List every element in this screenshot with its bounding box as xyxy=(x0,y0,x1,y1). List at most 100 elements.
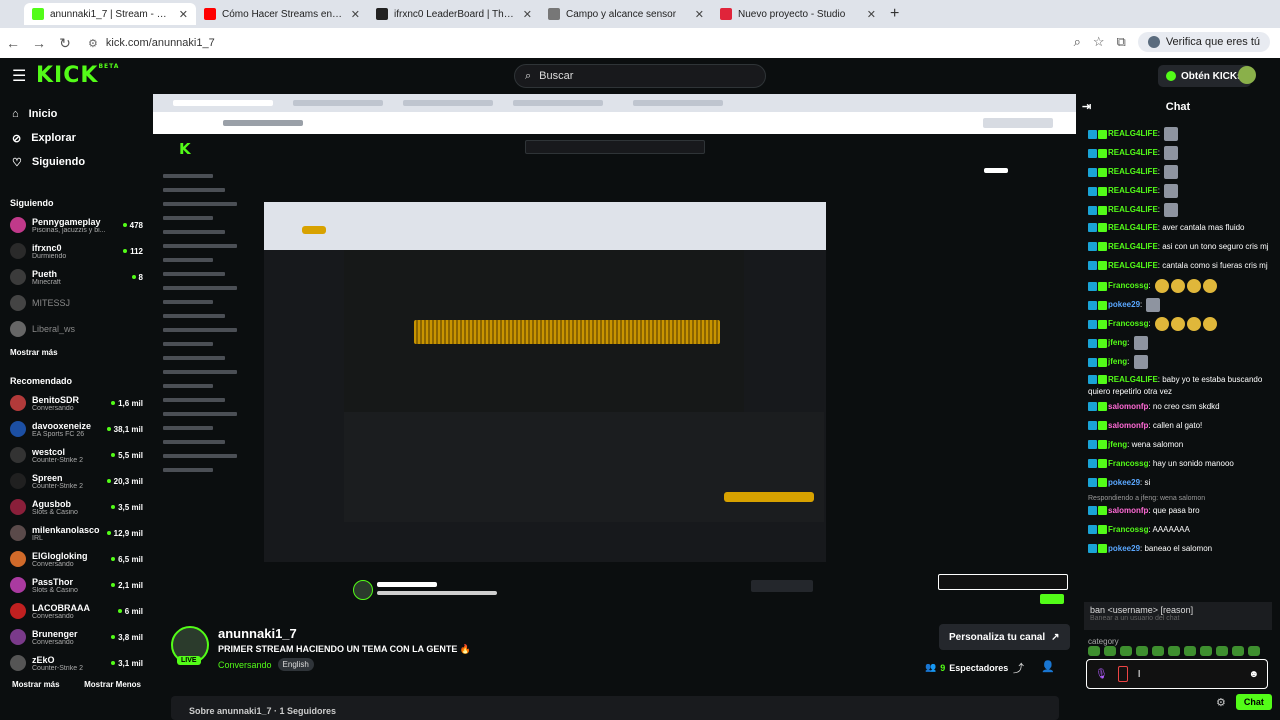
stream-category[interactable]: Conversando xyxy=(218,660,272,670)
customize-channel-button[interactable]: Personaliza tu canal ↗ xyxy=(939,624,1070,650)
send-chat-button[interactable]: Chat xyxy=(1235,694,1272,710)
menu-icon[interactable]: ☰ xyxy=(12,66,26,86)
chat-username[interactable]: pokee29 xyxy=(1108,544,1140,553)
chat-username[interactable]: jfeng xyxy=(1108,338,1127,347)
browser-tab[interactable]: Cómo Hacer Streams en Kick (C ✕ xyxy=(196,3,368,25)
chat-username[interactable]: Francossg xyxy=(1108,525,1148,534)
channel-avatar xyxy=(10,577,26,593)
chat-username[interactable]: salomonfp xyxy=(1108,421,1148,430)
channel-viewers: 3,1 mil xyxy=(111,659,143,668)
chat-username[interactable]: salomonfp xyxy=(1108,506,1148,515)
user-badge-icon xyxy=(1098,186,1107,196)
sidebar-channel[interactable]: Spreen Counter-Strike 2 20,3 mil xyxy=(0,468,153,494)
close-tab-icon[interactable]: ✕ xyxy=(179,8,188,21)
sidebar-nav-siguiendo[interactable]: ♡ Siguiendo xyxy=(0,150,153,174)
sidebar-channel[interactable]: Pueth Minecraft 8 xyxy=(0,264,153,290)
emote-icon xyxy=(1202,279,1217,293)
sidebar-channel[interactable]: westcol Counter-Strike 2 5,5 mil xyxy=(0,442,153,468)
chat-username[interactable]: REALG4LIFE xyxy=(1108,261,1158,270)
chat-username[interactable]: Francossg xyxy=(1108,281,1148,290)
language-tag[interactable]: English xyxy=(277,658,314,671)
sidebar-nav-explorar[interactable]: ⊘ Explorar xyxy=(0,126,153,150)
chat-username[interactable]: pokee29 xyxy=(1108,478,1140,487)
chat-username[interactable]: salomonfp xyxy=(1108,402,1148,411)
browser-tab[interactable]: Nuevo proyecto - Studio ✕ xyxy=(712,3,884,25)
sidebar-channel[interactable]: davooxeneize EA Sports FC 26 38,1 mil xyxy=(0,416,153,442)
sidebar-channel[interactable]: ElGlogloking Conversando 6,5 mil xyxy=(0,546,153,572)
nested-sidebar-line xyxy=(163,398,225,402)
collapse-chat-icon[interactable]: ⇥ xyxy=(1082,100,1091,113)
show-more-following[interactable]: Mostrar más xyxy=(0,348,153,362)
close-tab-icon[interactable]: ✕ xyxy=(867,8,876,21)
bookmark-star-icon[interactable]: ☆ xyxy=(1093,34,1105,50)
chat-username[interactable]: Francossg xyxy=(1108,459,1148,468)
nested-sidebar-line xyxy=(163,426,213,430)
site-info-icon[interactable]: ⚙ xyxy=(88,37,98,50)
new-tab-button[interactable]: + xyxy=(890,5,899,23)
verify-account-button[interactable]: Verifica que eres tú xyxy=(1137,32,1270,52)
user-badge-icon xyxy=(1098,148,1107,158)
show-less-recommended[interactable]: Mostrar Menos xyxy=(84,680,141,689)
show-more-recommended[interactable]: Mostrar más xyxy=(12,680,60,689)
share-icon[interactable]: ⤴ xyxy=(1013,660,1024,676)
sidebar-channel[interactable]: zEkO Counter-Strike 2 3,1 mil xyxy=(0,650,153,676)
browser-tab[interactable]: anunnaki1_7 | Stream - Watch Li ✕ xyxy=(24,3,196,25)
live-dot-icon xyxy=(106,531,111,535)
follow-user-icon[interactable]: 👤 xyxy=(1041,660,1055,673)
chat-settings-icon[interactable]: ⚙ xyxy=(1216,696,1226,709)
chat-username[interactable]: REALG4LIFE xyxy=(1108,148,1158,157)
url-field[interactable]: ⚙ kick.com/anunnaki1_7 xyxy=(88,32,1028,54)
zoom-icon[interactable]: ⌕ xyxy=(1074,34,1081,50)
extensions-icon[interactable]: ⧉ xyxy=(1117,34,1126,50)
chat-username[interactable]: REALG4LIFE xyxy=(1108,242,1158,251)
sidebar-channel[interactable]: Pennygameplay Piscinas, jacuzzis y bi...… xyxy=(0,212,153,238)
user-badge-icon xyxy=(1088,506,1097,516)
chat-username[interactable]: REALG4LIFE xyxy=(1108,186,1158,195)
command-suggestion[interactable]: ban <username> [reason] Banear a un usua… xyxy=(1084,602,1272,630)
close-tab-icon[interactable]: ✕ xyxy=(523,8,532,21)
sidebar-channel[interactable]: Agusbob Slots & Casino 3,5 mil xyxy=(0,494,153,520)
sidebar-channel[interactable]: Liberal_ws xyxy=(0,316,153,342)
chat-username[interactable]: pokee29 xyxy=(1108,300,1140,309)
emote-icon xyxy=(1146,298,1161,312)
chat-username[interactable]: jfeng xyxy=(1108,357,1127,366)
chat-username[interactable]: REALG4LIFE xyxy=(1108,375,1158,384)
emote-icon xyxy=(1164,146,1179,160)
emote-icon xyxy=(1133,355,1148,369)
user-avatar[interactable] xyxy=(1238,66,1256,84)
reload-icon[interactable]: ↻ xyxy=(52,35,78,52)
streamer-name[interactable]: anunnaki1_7 xyxy=(218,626,297,641)
sidebar-nav-inicio[interactable]: ⌂ Inicio xyxy=(0,102,153,126)
sidebar-channel[interactable]: LACOBRAAA Conversando 6 mil xyxy=(0,598,153,624)
sidebar-channel[interactable]: Brunenger Conversando 3,8 mil xyxy=(0,624,153,650)
kick-logo[interactable]: KICKBETA xyxy=(36,63,119,88)
cursor-slot-icon xyxy=(1117,666,1128,682)
chat-username[interactable]: REALG4LIFE xyxy=(1108,129,1158,138)
close-tab-icon[interactable]: ✕ xyxy=(695,8,704,21)
microphone-icon[interactable]: 🎙 xyxy=(1095,669,1108,680)
browser-tab[interactable]: ifrxnc0 LeaderBoard | The best ✕ xyxy=(368,3,540,25)
channel-avatar xyxy=(10,269,26,285)
chat-message: REALG4LIFE: xyxy=(1088,143,1272,162)
chat-username[interactable]: jfeng xyxy=(1108,440,1127,449)
sidebar-channel[interactable]: milenkanolasco IRL 12,9 mil xyxy=(0,520,153,546)
emote-bar[interactable] xyxy=(1088,646,1268,658)
close-tab-icon[interactable]: ✕ xyxy=(351,8,360,21)
stream-video-player[interactable]: K xyxy=(153,94,1076,612)
chat-username[interactable]: REALG4LIFE xyxy=(1108,223,1158,232)
forward-icon[interactable]: → xyxy=(26,35,52,51)
sidebar-channel[interactable]: MITESSJ xyxy=(0,290,153,316)
chat-message-input[interactable]: 🎙 I ☻ xyxy=(1086,659,1268,689)
get-kicks-button[interactable]: Obtén KICKs xyxy=(1158,65,1251,87)
sidebar-channel[interactable]: PassThor Slots & Casino 2,1 mil xyxy=(0,572,153,598)
chat-username[interactable]: Francossg xyxy=(1108,319,1148,328)
back-icon[interactable]: ← xyxy=(0,35,26,51)
chat-username[interactable]: REALG4LIFE xyxy=(1108,167,1158,176)
browser-tab[interactable]: Campo y alcance sensor ✕ xyxy=(540,3,712,25)
emoji-picker-icon[interactable]: ☻ xyxy=(1248,669,1259,680)
chat-username[interactable]: REALG4LIFE xyxy=(1108,205,1158,214)
sidebar-channel[interactable]: ifrxnc0 Durmiendo 112 xyxy=(0,238,153,264)
sidebar-channel[interactable]: BenitoSDR Conversando 1,6 mil xyxy=(0,390,153,416)
search-input[interactable]: ⌕ Buscar xyxy=(514,64,766,88)
channel-name: westcol xyxy=(32,446,66,457)
